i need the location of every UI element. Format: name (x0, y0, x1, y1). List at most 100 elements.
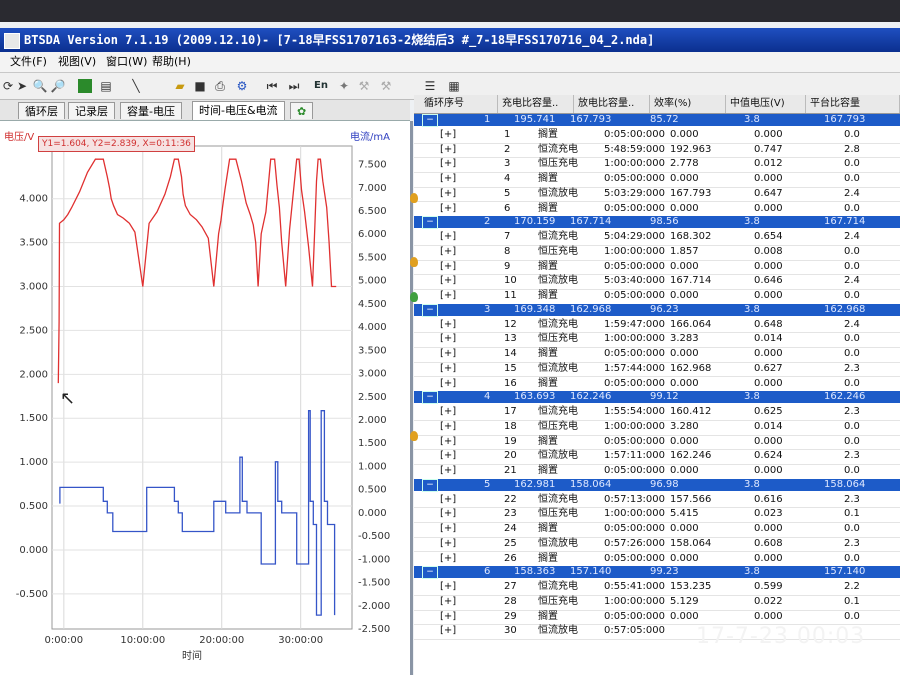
last-page-icon[interactable]: ⏭ (286, 78, 302, 94)
expand-toggle[interactable]: [+] (440, 493, 456, 508)
table-row[interactable]: [+] 24 搁置 0:05:00:000 0.000 0.000 0.0 (414, 522, 900, 538)
tab-time-voltage-current[interactable]: 时间-电压&电流 (192, 101, 285, 120)
expand-toggle[interactable]: [+] (440, 522, 456, 537)
table-row[interactable]: [+] 9 搁置 0:05:00:000 0.000 0.000 0.0 (414, 260, 900, 276)
list-view-icon[interactable]: ▦ (446, 78, 462, 94)
expand-toggle[interactable]: [+] (440, 420, 456, 435)
cycle-group-row[interactable]: − 1 195.741 167.793 85.72 3.8 167.793 (414, 114, 900, 127)
table-row[interactable]: [+] 26 搁置 0:05:00:000 0.000 0.000 0.0 (414, 552, 900, 568)
cycle-group-row[interactable]: − 3 169.348 162.968 96.23 3.8 162.968 (414, 303, 900, 317)
menu-file[interactable]: 文件(F) (10, 52, 47, 72)
table-view-icon[interactable]: ☰ (422, 78, 438, 94)
table-row[interactable]: [+] 23 恒压充电 1:00:00:000 5.415 0.023 0.1 (414, 507, 900, 524)
expand-toggle[interactable]: [+] (440, 464, 456, 479)
time-voltage-current-chart[interactable]: 0:00:00 10:00:00 20:00:00 30:00:00 4.000 3.50… (0, 121, 410, 675)
expand-toggle[interactable]: [+] (440, 362, 456, 377)
collapse-toggle-icon[interactable]: − (422, 566, 438, 580)
collapse-toggle-icon[interactable]: − (422, 216, 438, 230)
tab-capacity-voltage[interactable]: 容量-电压 (120, 102, 182, 119)
expand-toggle[interactable]: [+] (440, 187, 456, 202)
table-row[interactable]: [+] 17 恒流充电 1:55:54:000 160.412 0.625 2.3 (414, 405, 900, 421)
expand-toggle[interactable]: [+] (440, 172, 456, 187)
table-row[interactable]: [+] 16 搁置 0:05:00:000 0.000 0.000 0.0 (414, 377, 900, 393)
expand-toggle[interactable]: [+] (440, 274, 456, 289)
column-header[interactable]: 充电比容量.. (498, 95, 574, 113)
table-row[interactable]: [+] 20 恒流放电 1:57:11:000 162.246 0.624 2.3 (414, 449, 900, 465)
table-row[interactable]: [+] 7 恒流充电 5:04:29:000 168.302 0.654 2.4 (414, 230, 900, 246)
table-row[interactable]: [+] 14 搁置 0:05:00:000 0.000 0.000 0.0 (414, 347, 900, 363)
tab-cycle-layer[interactable]: 循环层 (18, 102, 65, 119)
expand-toggle[interactable]: [+] (440, 552, 456, 567)
column-header[interactable]: 效率(%) (650, 95, 726, 113)
cycle-group-row[interactable]: − 4 163.693 162.246 99.12 3.8 162.246 (414, 391, 900, 405)
pointer-icon[interactable]: ➤ (14, 78, 30, 94)
expand-toggle[interactable]: [+] (440, 377, 456, 392)
table-row[interactable]: [+] 15 恒流放电 1:57:44:000 162.968 0.627 2.3 (414, 362, 900, 378)
cycle-group-row[interactable]: − 2 170.159 167.714 98.56 3.8 167.714 (414, 216, 900, 230)
collapse-toggle-icon[interactable]: − (422, 478, 438, 492)
expand-toggle[interactable]: [+] (440, 202, 456, 217)
expand-toggle[interactable]: [+] (440, 318, 456, 333)
table-row[interactable]: [+] 25 恒流放电 0:57:26:000 158.064 0.608 2.3 (414, 537, 900, 553)
menu-view[interactable]: 视图(V) (58, 52, 96, 72)
expand-toggle[interactable]: [+] (440, 245, 456, 260)
column-header[interactable]: 循环序号 (420, 95, 498, 113)
expand-toggle[interactable]: [+] (440, 435, 456, 450)
expand-toggle[interactable]: [+] (440, 289, 456, 304)
pin-icon[interactable]: ✦ (336, 78, 352, 94)
pan-icon[interactable]: ▤ (98, 78, 114, 94)
tab-record-layer[interactable]: 记录层 (68, 102, 115, 119)
column-header[interactable]: 平台比容量 (806, 95, 900, 113)
table-row[interactable]: [+] 12 恒流充电 1:59:47:000 166.064 0.648 2.4 (414, 318, 900, 334)
expand-toggle[interactable]: [+] (440, 347, 456, 362)
table-row[interactable]: [+] 22 恒流充电 0:57:13:000 157.566 0.616 2.3 (414, 493, 900, 509)
open-folder-icon[interactable]: ▰ (172, 78, 188, 94)
tool-b-icon[interactable]: ⚒ (378, 78, 394, 94)
expand-toggle[interactable]: [+] (440, 537, 456, 552)
expand-toggle[interactable]: [+] (440, 143, 456, 158)
table-row[interactable]: [+] 11 搁置 0:05:00:000 0.000 0.000 0.0 (414, 289, 900, 305)
expand-toggle[interactable]: [+] (440, 449, 456, 464)
table-row[interactable]: [+] 28 恒压充电 1:00:00:000 5.129 0.022 0.1 (414, 595, 900, 611)
table-row[interactable]: [+] 3 恒压充电 1:00:00:000 2.778 0.012 0.0 (414, 157, 900, 174)
expand-toggle[interactable]: [+] (440, 580, 456, 595)
cycle-group-row[interactable]: − 6 158.363 157.140 99.23 3.8 157.140 (414, 566, 900, 580)
save-icon[interactable]: ■ (192, 78, 208, 94)
column-header[interactable]: 放电比容量.. (574, 95, 650, 113)
zoom-out-icon[interactable]: 🔎 (50, 78, 66, 94)
table-row[interactable]: [+] 2 恒流充电 5:48:59:000 192.963 0.747 2.8 (414, 143, 900, 159)
table-row[interactable]: [+] 10 恒流放电 5:03:40:000 167.714 0.646 2.4 (414, 274, 900, 290)
table-row[interactable]: [+] 21 搁置 0:05:00:000 0.000 0.000 0.0 (414, 464, 900, 480)
line-tool-icon[interactable]: ╲ (128, 78, 144, 94)
table-row[interactable]: [+] 18 恒压充电 1:00:00:000 3.280 0.014 0.0 (414, 420, 900, 436)
tool-a-icon[interactable]: ⚒ (356, 78, 372, 94)
expand-toggle[interactable]: [+] (440, 260, 456, 275)
expand-toggle[interactable]: [+] (440, 405, 456, 420)
expand-toggle[interactable]: [+] (440, 595, 456, 610)
table-row[interactable]: [+] 19 搁置 0:05:00:000 0.000 0.000 0.0 (414, 435, 900, 451)
table-row[interactable]: [+] 4 搁置 0:05:00:000 0.000 0.000 0.0 (414, 172, 900, 188)
settings-icon[interactable]: ⚙ (234, 78, 250, 94)
cycle-group-row[interactable]: − 5 162.981 158.064 96.98 3.8 158.064 (414, 478, 900, 492)
collapse-toggle-icon[interactable]: − (422, 114, 438, 127)
first-page-icon[interactable]: ⏮ (264, 78, 280, 94)
tab-extra-icon[interactable]: ✿ (290, 102, 314, 119)
table-row[interactable]: [+] 29 搁置 0:05:00:000 0.000 0.000 0.0 (414, 610, 900, 626)
expand-toggle[interactable]: [+] (440, 230, 456, 245)
grid-icon[interactable] (78, 79, 92, 93)
table-row[interactable]: [+] 6 搁置 0:05:00:000 0.000 0.000 0.0 (414, 202, 900, 218)
expand-toggle[interactable]: [+] (440, 507, 456, 522)
collapse-toggle-icon[interactable]: − (422, 303, 438, 317)
print-icon[interactable]: ⎙ (212, 78, 228, 94)
column-header[interactable]: 中值电压(V) (726, 95, 806, 113)
menu-window[interactable]: 窗口(W) (106, 52, 147, 72)
language-button[interactable]: En (310, 78, 332, 94)
expand-toggle[interactable]: [+] (440, 157, 456, 172)
zoom-in-icon[interactable]: 🔍 (32, 78, 48, 94)
table-row[interactable]: [+] 5 恒流放电 5:03:29:000 167.793 0.647 2.4 (414, 187, 900, 203)
expand-toggle[interactable]: [+] (440, 128, 456, 143)
table-row[interactable]: [+] 8 恒压充电 1:00:00:000 1.857 0.008 0.0 (414, 245, 900, 261)
table-row[interactable]: [+] 13 恒压充电 1:00:00:000 3.283 0.014 0.0 (414, 332, 900, 349)
table-row[interactable]: [+] 27 恒流充电 0:55:41:000 153.235 0.599 2.2 (414, 580, 900, 596)
menu-help[interactable]: 帮助(H) (152, 52, 191, 72)
